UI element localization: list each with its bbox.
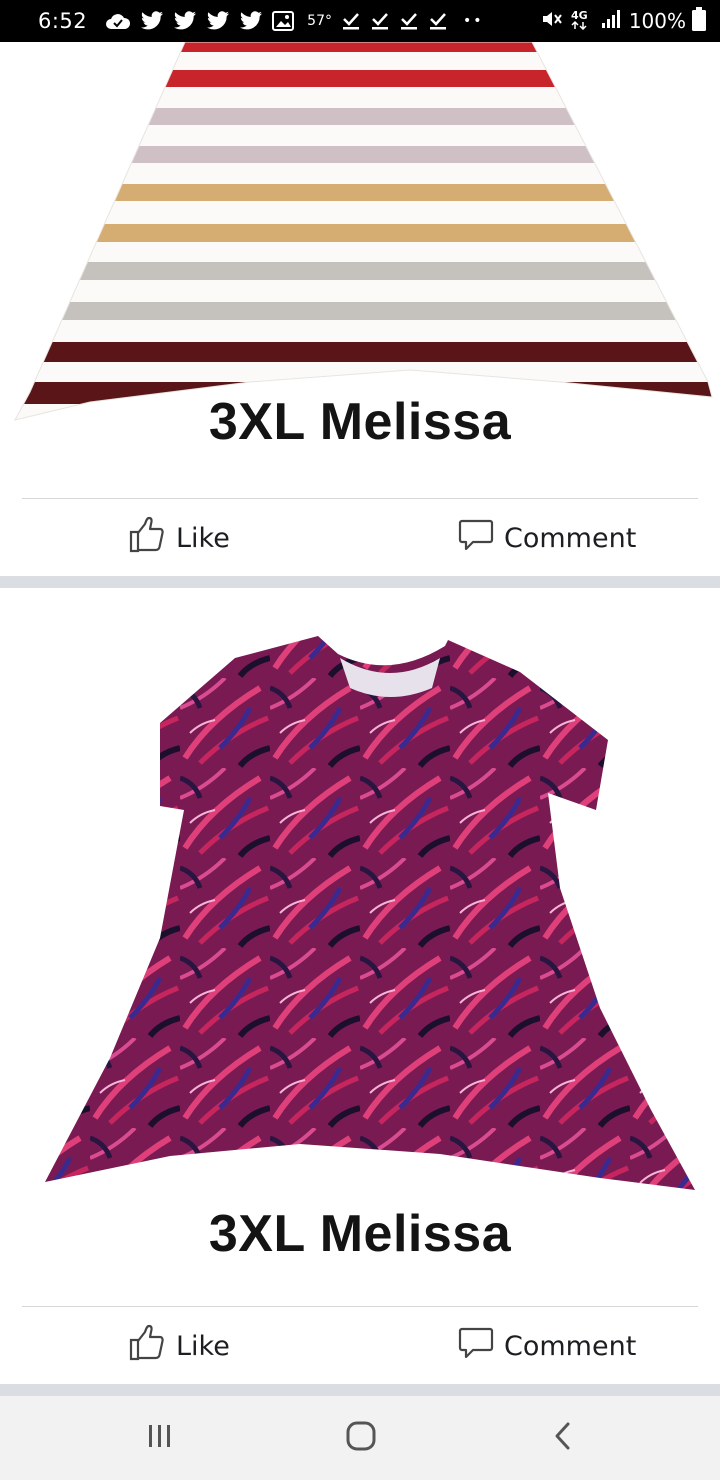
- recents-button[interactable]: [130, 1420, 190, 1456]
- signal-icon: [601, 9, 623, 33]
- comment-icon: [458, 517, 494, 560]
- feed-separator: [0, 1384, 720, 1396]
- home-button[interactable]: [331, 1420, 391, 1456]
- like-label: Like: [176, 522, 230, 554]
- feed-separator: [0, 576, 720, 588]
- feed-post: 3XL Melissa Like Comment: [0, 42, 720, 576]
- more-notifications-icon: ••: [463, 13, 484, 29]
- twitter-icon: [206, 8, 230, 34]
- notification-icons: 57° ••: [105, 8, 483, 34]
- comment-button[interactable]: Comment: [458, 1307, 636, 1385]
- recents-icon: [145, 1421, 175, 1456]
- post-actions: Like Comment: [0, 1307, 720, 1385]
- comment-label: Comment: [504, 1330, 637, 1362]
- svg-text:4G: 4G: [571, 9, 588, 22]
- feed-post: 3XL Melissa Like Comment: [0, 588, 720, 1386]
- post-photo[interactable]: [0, 588, 720, 1306]
- comment-label: Comment: [504, 522, 637, 554]
- cloud-check-icon: [105, 8, 131, 34]
- post-actions: Like Comment: [0, 499, 720, 577]
- pink-palm-print-top-image: [0, 588, 720, 1306]
- download-done-icon: [341, 8, 361, 34]
- comment-button[interactable]: Comment: [458, 499, 636, 577]
- twitter-icon: [140, 8, 164, 34]
- back-button[interactable]: [533, 1420, 593, 1456]
- status-time: 6:52: [38, 9, 88, 33]
- twitter-icon: [239, 8, 263, 34]
- like-button[interactable]: Like: [128, 499, 230, 577]
- post-caption: 3XL Melissa: [208, 1205, 512, 1263]
- comment-icon: [458, 1325, 494, 1368]
- thumbs-up-icon: [128, 1324, 166, 1369]
- download-done-icon: [370, 8, 390, 34]
- temperature-text: 57°: [307, 13, 332, 29]
- system-icons: 4G 100%: [541, 7, 706, 35]
- mute-icon: [541, 9, 563, 33]
- network-4g-icon: 4G: [569, 8, 595, 34]
- post-caption: 3XL Melissa: [208, 393, 512, 451]
- download-done-icon: [399, 8, 419, 34]
- image-icon: [272, 8, 295, 34]
- battery-percent: 100%: [628, 9, 686, 33]
- like-button[interactable]: Like: [128, 1307, 230, 1385]
- twitter-icon: [173, 8, 197, 34]
- system-nav-bar: [0, 1396, 720, 1480]
- thumbs-up-icon: [128, 516, 166, 561]
- battery-icon: [692, 7, 706, 35]
- download-done-icon: [428, 8, 448, 34]
- home-icon: [345, 1420, 377, 1457]
- back-icon: [548, 1421, 578, 1456]
- like-label: Like: [176, 1330, 230, 1362]
- status-bar: 6:52 57° •• 4G 100%: [0, 0, 720, 42]
